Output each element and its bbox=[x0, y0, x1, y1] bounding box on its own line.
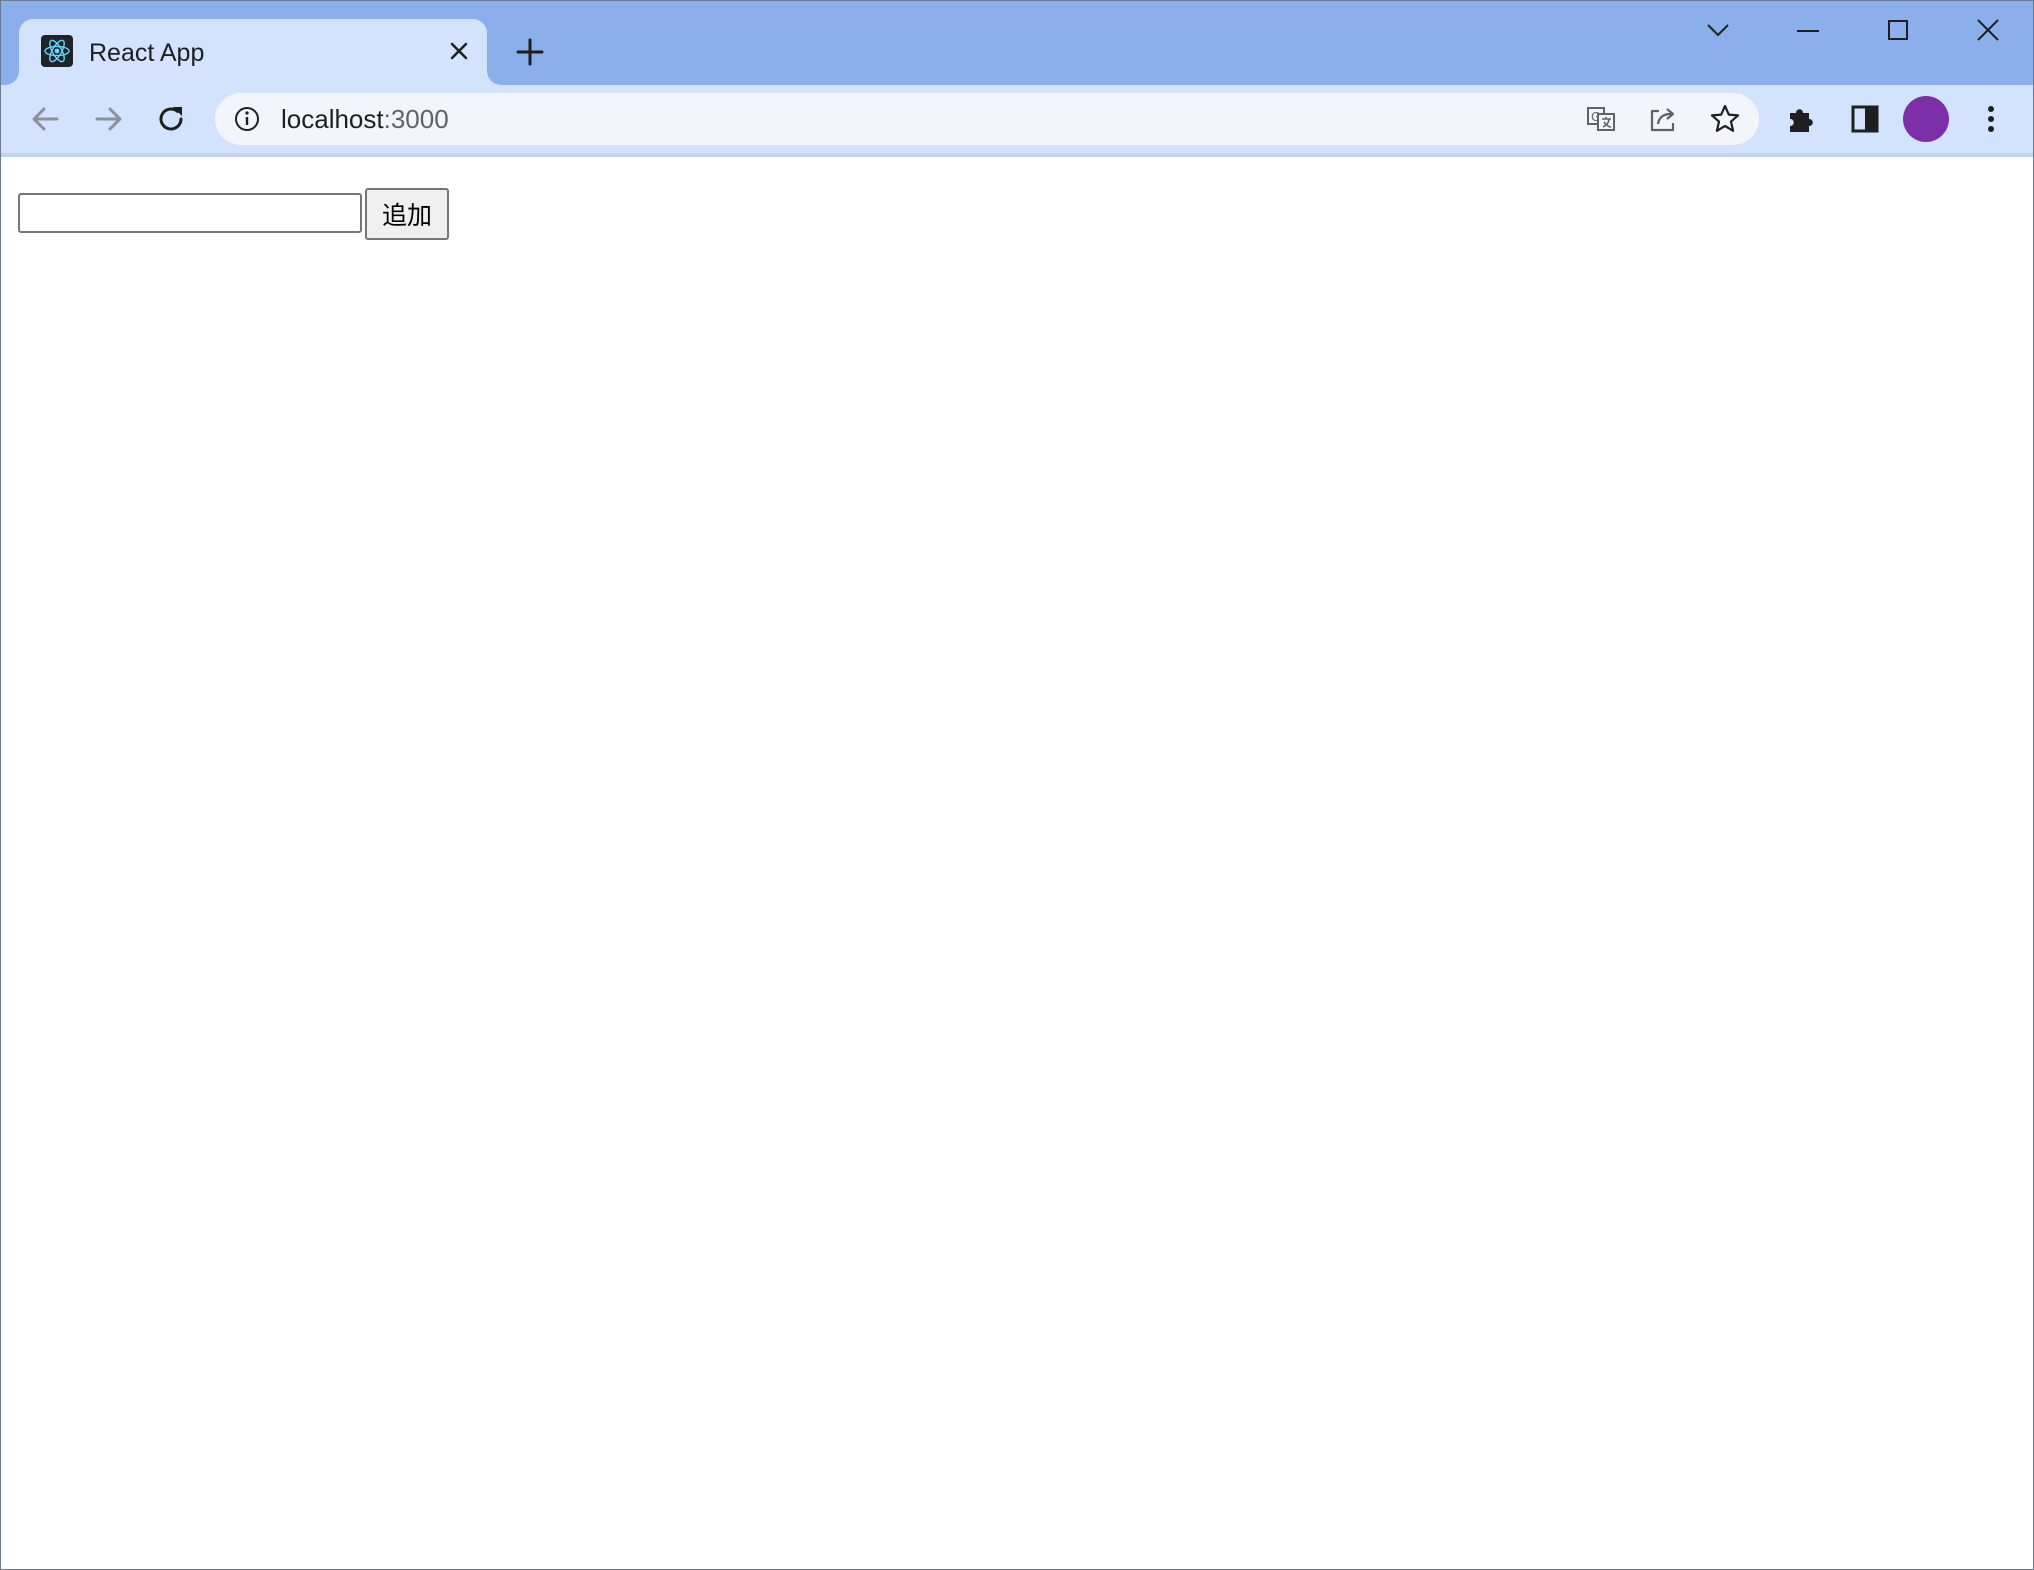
page-content: 追加 bbox=[1, 157, 2033, 1569]
browser-window: React App localhost:3000 G 追加 bbox=[0, 0, 2034, 1570]
address-url[interactable]: localhost:3000 bbox=[281, 104, 449, 135]
kebab-menu-icon[interactable] bbox=[1971, 99, 2011, 139]
back-arrow-icon[interactable] bbox=[25, 99, 65, 139]
add-button[interactable]: 追加 bbox=[365, 188, 449, 240]
share-icon[interactable] bbox=[1647, 103, 1679, 135]
browser-toolbar: localhost:3000 G bbox=[1, 85, 2033, 153]
tab-title: React App bbox=[89, 39, 205, 67]
tab-close-icon[interactable] bbox=[445, 37, 473, 65]
forward-arrow-icon[interactable] bbox=[89, 99, 129, 139]
bookmark-star-icon[interactable] bbox=[1709, 103, 1741, 135]
maximize-icon[interactable] bbox=[1853, 1, 1943, 61]
url-port: :3000 bbox=[383, 104, 449, 134]
minimize-icon[interactable] bbox=[1763, 1, 1853, 61]
address-bar[interactable]: localhost:3000 G bbox=[215, 93, 1759, 145]
side-panel-icon[interactable] bbox=[1845, 99, 1885, 139]
todo-text-input[interactable] bbox=[18, 193, 362, 233]
react-logo-icon bbox=[41, 35, 73, 67]
profile-avatar[interactable] bbox=[1903, 96, 1949, 142]
translate-icon[interactable]: G bbox=[1585, 103, 1617, 135]
tab-react-app[interactable]: React App bbox=[19, 19, 487, 85]
close-window-icon[interactable] bbox=[1943, 1, 2033, 61]
new-tab-plus-icon[interactable] bbox=[513, 35, 547, 69]
tab-strip: React App bbox=[1, 1, 2033, 85]
url-host: localhost bbox=[281, 104, 384, 134]
reload-icon[interactable] bbox=[151, 99, 191, 139]
site-info-icon[interactable] bbox=[233, 105, 261, 133]
tab-search-chevron-down-icon[interactable] bbox=[1673, 1, 1763, 61]
extensions-puzzle-icon[interactable] bbox=[1781, 99, 1821, 139]
